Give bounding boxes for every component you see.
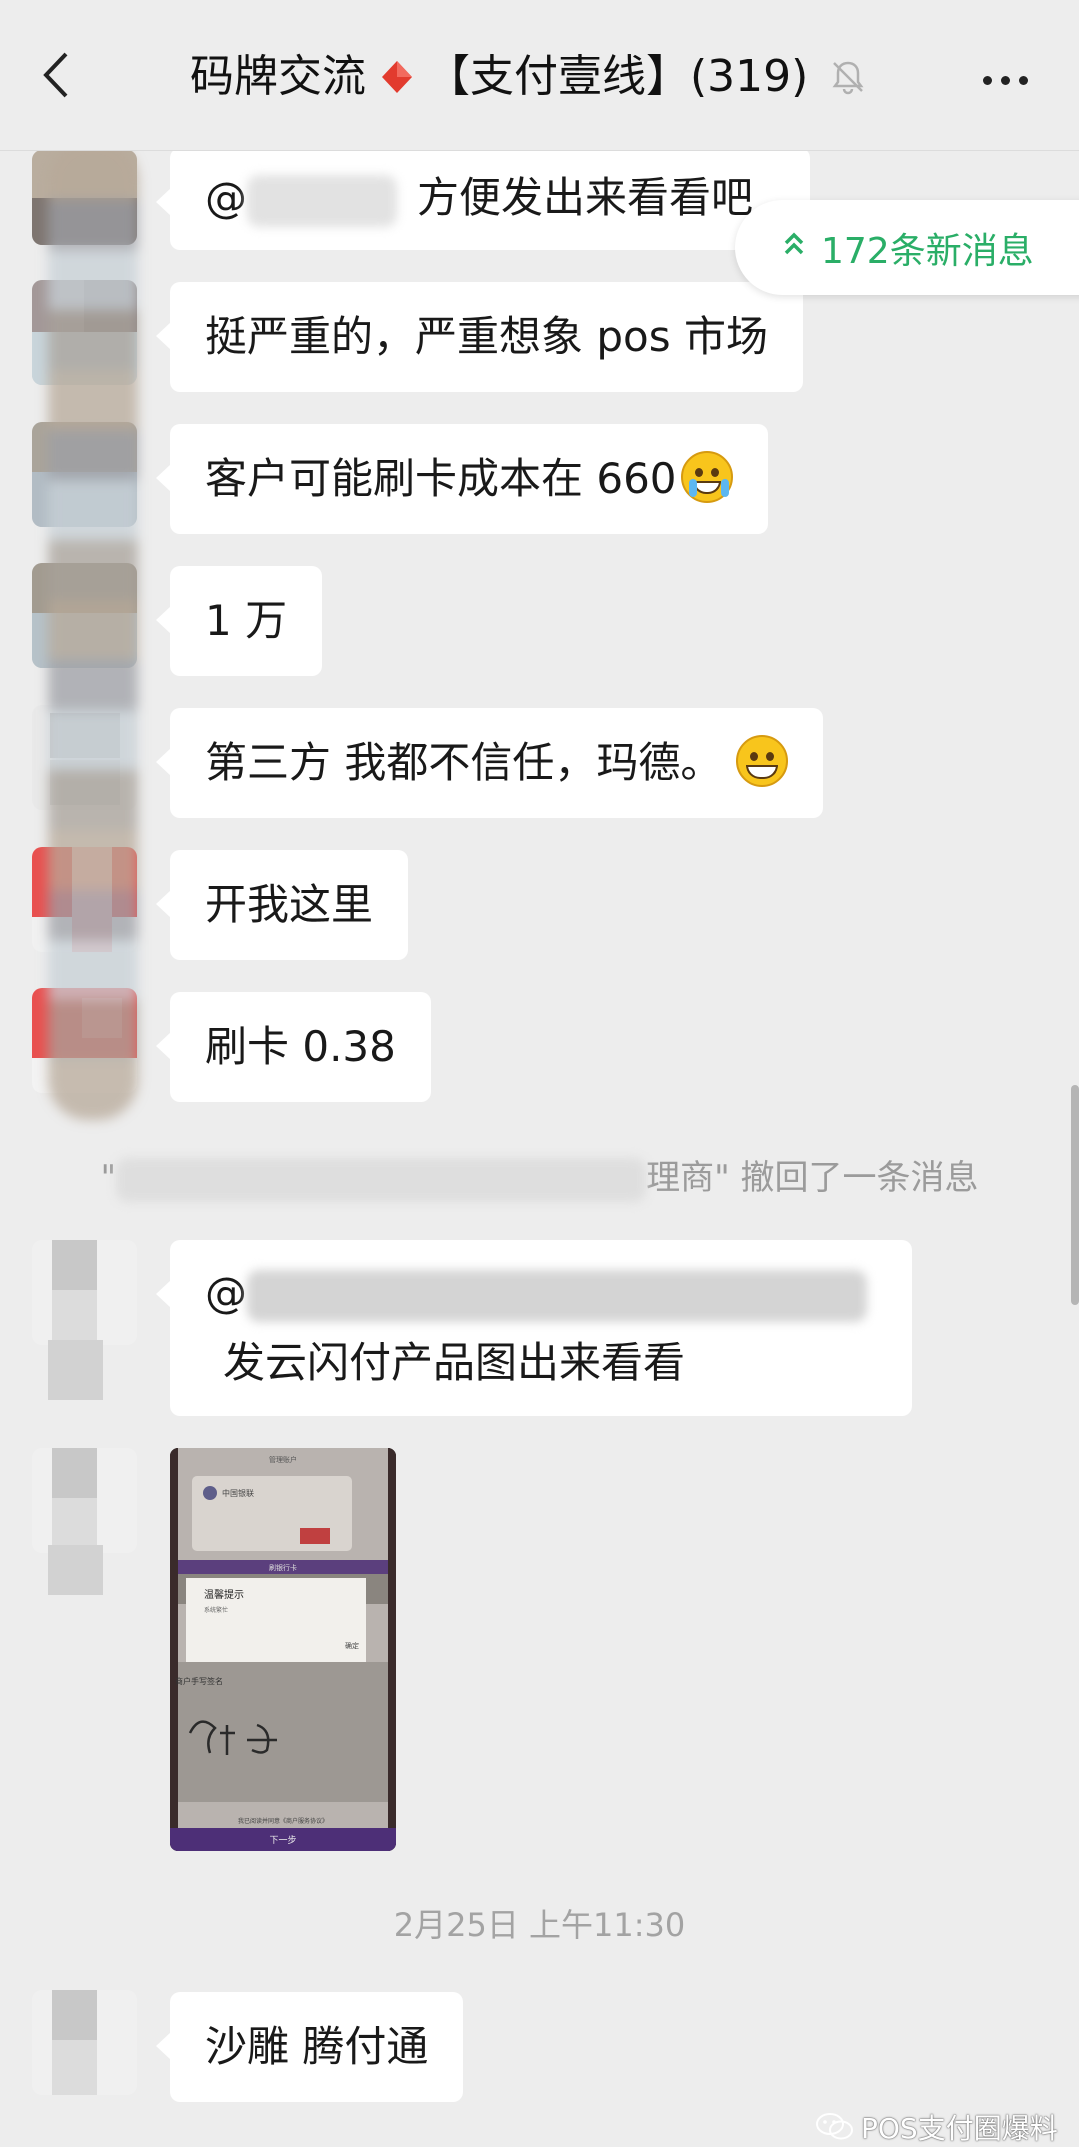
message-text: 发云闪付产品图出来看看 [223,1338,686,1387]
avatar[interactable] [32,1448,137,1553]
photo-next-button: 下一步 [269,1835,296,1846]
message-bubble[interactable]: 1 万 [155,566,323,676]
redacted-name [116,1157,647,1202]
watermark: POS支付圈爆料 [815,2107,1058,2147]
message-bubble[interactable]: @ 发云闪付产品图出来看看 [156,1240,912,1416]
message-text: 刷卡 0.38 [205,1022,396,1071]
more-dot [1018,75,1028,85]
new-messages-pill[interactable]: 172条新消息 [735,200,1079,295]
mention-line: @ [205,1258,877,1328]
message-text: 开我这里 [205,880,374,929]
recall-quote: " [100,1158,117,1198]
app-screenshot-photo: 管理账户 中国银联 刷银行卡 温馨提示 系统繁忙 确定 商户手写签名 我已阅读并… [170,1448,396,1851]
message-bubble[interactable]: 沙雕 腾付通 [155,1992,464,2102]
message-bubble[interactable]: 刷卡 0.38 [156,992,431,1102]
message-bubble[interactable]: 第三方 我都不信任，玛德。 [155,708,824,818]
blurred-avatar-strip [48,150,138,1120]
bell-muted-icon [832,61,864,95]
photo-message[interactable]: 管理账户 中国银联 刷银行卡 温馨提示 系统繁忙 确定 商户手写签名 我已阅读并… [170,1448,396,1851]
recall-notice: " 理商" 撤回了一条消息 [0,1150,1079,1202]
message-bubble[interactable]: 挺严重的，严重想象 pos 市场 [156,282,803,392]
message-bubble[interactable]: 开我这里 [155,850,409,960]
redacted-name [247,174,397,227]
message-bubble[interactable]: 客户可能刷卡成本在 660 [156,424,768,534]
chat-title[interactable]: 码牌交流 【支付壹线】(319) [190,52,868,102]
mention-prefix: @ [205,1268,247,1317]
timestamp: 2月25日 上午11:30 [393,1906,686,1944]
more-dot [1000,75,1010,85]
avatar [48,1545,103,1595]
photo-agreement: 我已阅读并同意《商户服务协议》 [238,1817,328,1825]
chat-message-list[interactable]: @ 方便发出来看看吧 挺严重的，严重想象 pos 市场 客户可能刷卡成本在 660… [0,150,1079,2131]
photo-bank-card: 中国银联 [222,1488,254,1498]
message-text: 第三方 我都不信任，玛德。 [205,738,723,787]
scrollbar[interactable] [1071,1085,1079,1305]
redacted-name [247,1269,867,1322]
new-messages-label: 172条新消息 [821,230,1034,272]
back-button[interactable] [30,50,80,100]
photo-card-action: 刷银行卡 [269,1563,297,1572]
message-text: 客户可能刷卡成本在 660 [205,454,677,503]
chevron-left-icon [43,52,68,98]
message-text: 方便发出来看看吧 [417,173,754,222]
message-bubble[interactable]: @ 方便发出来看看吧 [156,150,810,250]
recall-text: 理商" 撤回了一条消息 [646,1158,979,1198]
chat-title-name: 码牌交流 [190,51,366,102]
grin-emoji-icon [736,735,789,787]
crying-emoji-icon [680,451,733,503]
photo-dialog-ok: 确定 [345,1641,359,1650]
double-chevron-up-icon [783,230,805,265]
photo-signature-label: 商户手写签名 [175,1676,223,1686]
red-diamond-icon [382,61,412,93]
message-text: 1 万 [205,596,288,645]
message-text: 挺严重的，严重想象 pos 市场 [205,312,768,361]
watermark-text: POS支付圈爆料 [861,2112,1058,2145]
photo-dialog-text: 系统繁忙 [204,1606,228,1614]
avatar[interactable] [32,1990,137,2095]
avatar[interactable] [32,1240,137,1345]
more-dot [982,75,992,85]
mention-prefix: @ [205,173,247,222]
photo-header-title: 管理账户 [269,1455,297,1464]
chat-header: 码牌交流 【支付壹线】(319) [0,0,1079,151]
wechat-icon [816,2113,853,2140]
chat-title-suffix: 【支付壹线】(319) [426,51,809,102]
message-text: 沙雕 腾付通 [205,2022,429,2071]
photo-dialog-title: 温馨提示 [204,1588,244,1601]
more-button[interactable] [975,60,1035,100]
avatar [48,1340,103,1400]
